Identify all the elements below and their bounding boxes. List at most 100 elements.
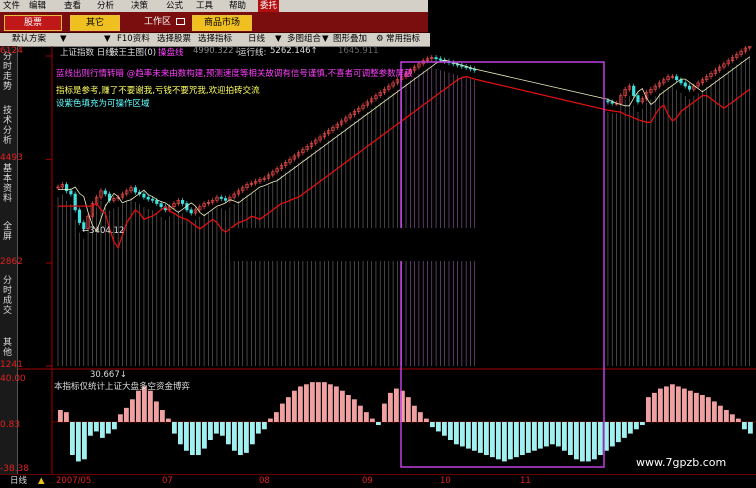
tab-fullscreen[interactable]: 全屏 [3,222,14,242]
candle-body [189,209,193,214]
sub-bar [364,412,369,422]
price-chart[interactable] [18,46,756,474]
sub-bar [406,397,411,422]
menu-trade[interactable]: 委托 [258,0,280,12]
other-button[interactable]: 其它 [70,15,120,31]
menu-decision[interactable]: 决策 [131,0,148,12]
daily-button[interactable]: 日线 [248,33,265,46]
sub-bar [136,390,141,422]
sub-bar [292,390,297,422]
sub-bar [622,421,627,438]
sub-bar [100,421,105,438]
candle-body [632,85,636,96]
select-indicator-button[interactable]: 选择指标 [198,33,232,46]
period-label[interactable]: 日线 [10,475,27,488]
sub-bar [130,399,135,422]
menu-view[interactable]: 查看 [64,0,81,12]
sub-bar [472,421,477,451]
overlay-button[interactable]: 图形叠加 [333,33,367,46]
dropdown-arrow-icon[interactable]: ▼ [322,33,329,46]
dropdown-arrow-icon[interactable]: ▼ [104,33,111,46]
sub-bar [430,421,435,428]
menu-analysis[interactable]: 分析 [97,0,114,12]
sub-bar [544,421,549,447]
sub-bar [322,382,327,422]
y-axis-label: 6124 [0,46,23,56]
candle-body [133,187,137,193]
sub-bar [88,421,93,436]
gear-icon[interactable]: ⚙ [376,33,384,46]
sub-bar [508,421,513,460]
sub-bar [382,403,387,422]
dropdown-arrow-icon[interactable]: ▼ [60,33,67,46]
sub-y-axis-label: 40.00 [0,374,26,384]
menu-formula[interactable]: 公式 [166,0,183,12]
candle-body [146,196,150,200]
sub-bar [640,421,645,426]
menu-tools[interactable]: 工具 [196,0,213,12]
sub-bar [238,421,243,456]
sub-y-axis-label: 0.83 [0,420,21,430]
dropdown-arrow-icon[interactable]: ▼ [275,33,282,46]
candle-body [219,196,223,199]
y-axis-label: 4493 [0,153,23,163]
sub-bar [694,392,699,422]
annotation-text: 设紫色填充为可操作区域 [56,99,150,109]
sub-header-value: 30.667↓ [90,370,127,380]
sub-bar [388,392,393,422]
sub-bar [736,418,741,422]
tab-ticks[interactable]: 分时成交 [3,276,14,316]
operation-line [58,75,751,250]
line1-value: 4990.322↓ [193,46,241,56]
sub-bar [178,421,183,445]
sub-bar [550,421,555,445]
multi-chart-button[interactable]: 多图组合 [287,33,321,46]
tab-intraday[interactable]: 分时走势 [3,52,14,92]
mail-icon[interactable] [176,18,185,25]
menu-file[interactable]: 文件 [3,0,20,12]
tab-fundamentals[interactable]: 基本资料 [3,164,14,204]
common-indicator-button[interactable]: 常用指标 [386,33,420,46]
sub-bar [646,397,651,422]
sub-bar [412,405,417,422]
triangle-up-icon[interactable]: ▲ [38,475,45,488]
sub-bar [592,421,597,460]
sub-indicator-bars [52,382,756,462]
sub-bar [628,421,633,434]
y-axis-label: 1241 [0,360,23,370]
sub-y-axis-label: -38.38 [0,464,30,474]
commodity-market-button[interactable]: 商品市场 [192,15,252,31]
x-axis-label: 08 [259,476,270,486]
candle-body [155,200,159,204]
select-stock-button[interactable]: 选择股票 [157,33,191,46]
sub-bar [286,397,291,422]
tab-technical[interactable]: 技术分析 [3,106,14,146]
candle-body [610,101,614,104]
sub-bar [226,421,231,445]
x-axis-label: 11 [520,476,531,486]
candle-body [687,85,692,90]
sub-bar [532,421,537,451]
stock-button[interactable]: 股票 [4,15,62,31]
f10-button[interactable]: F10资料 [117,33,150,46]
menu-help[interactable]: 帮助 [229,0,246,12]
sub-bar [484,421,489,456]
sub-bar [514,421,519,458]
sub-bar [442,421,447,436]
line2-value: 5262.146↑ [270,46,318,56]
sub-bar [196,421,201,456]
sub-bar [232,421,237,451]
workspace-label[interactable]: 工作区 [144,15,171,29]
default-scheme-button[interactable]: 默认方案 [12,33,46,46]
sub-bar [652,392,657,422]
menu-edit[interactable]: 编辑 [29,0,46,12]
sub-bar [520,421,525,456]
sub-bar [214,421,219,434]
tab-other[interactable]: 其他 [3,338,14,358]
sub-bar [220,421,225,436]
sub-bar [352,399,357,422]
sub-bar [556,421,561,447]
sub-bar [64,412,69,422]
sub-bar [496,421,501,460]
operable-zone-box [400,61,605,468]
